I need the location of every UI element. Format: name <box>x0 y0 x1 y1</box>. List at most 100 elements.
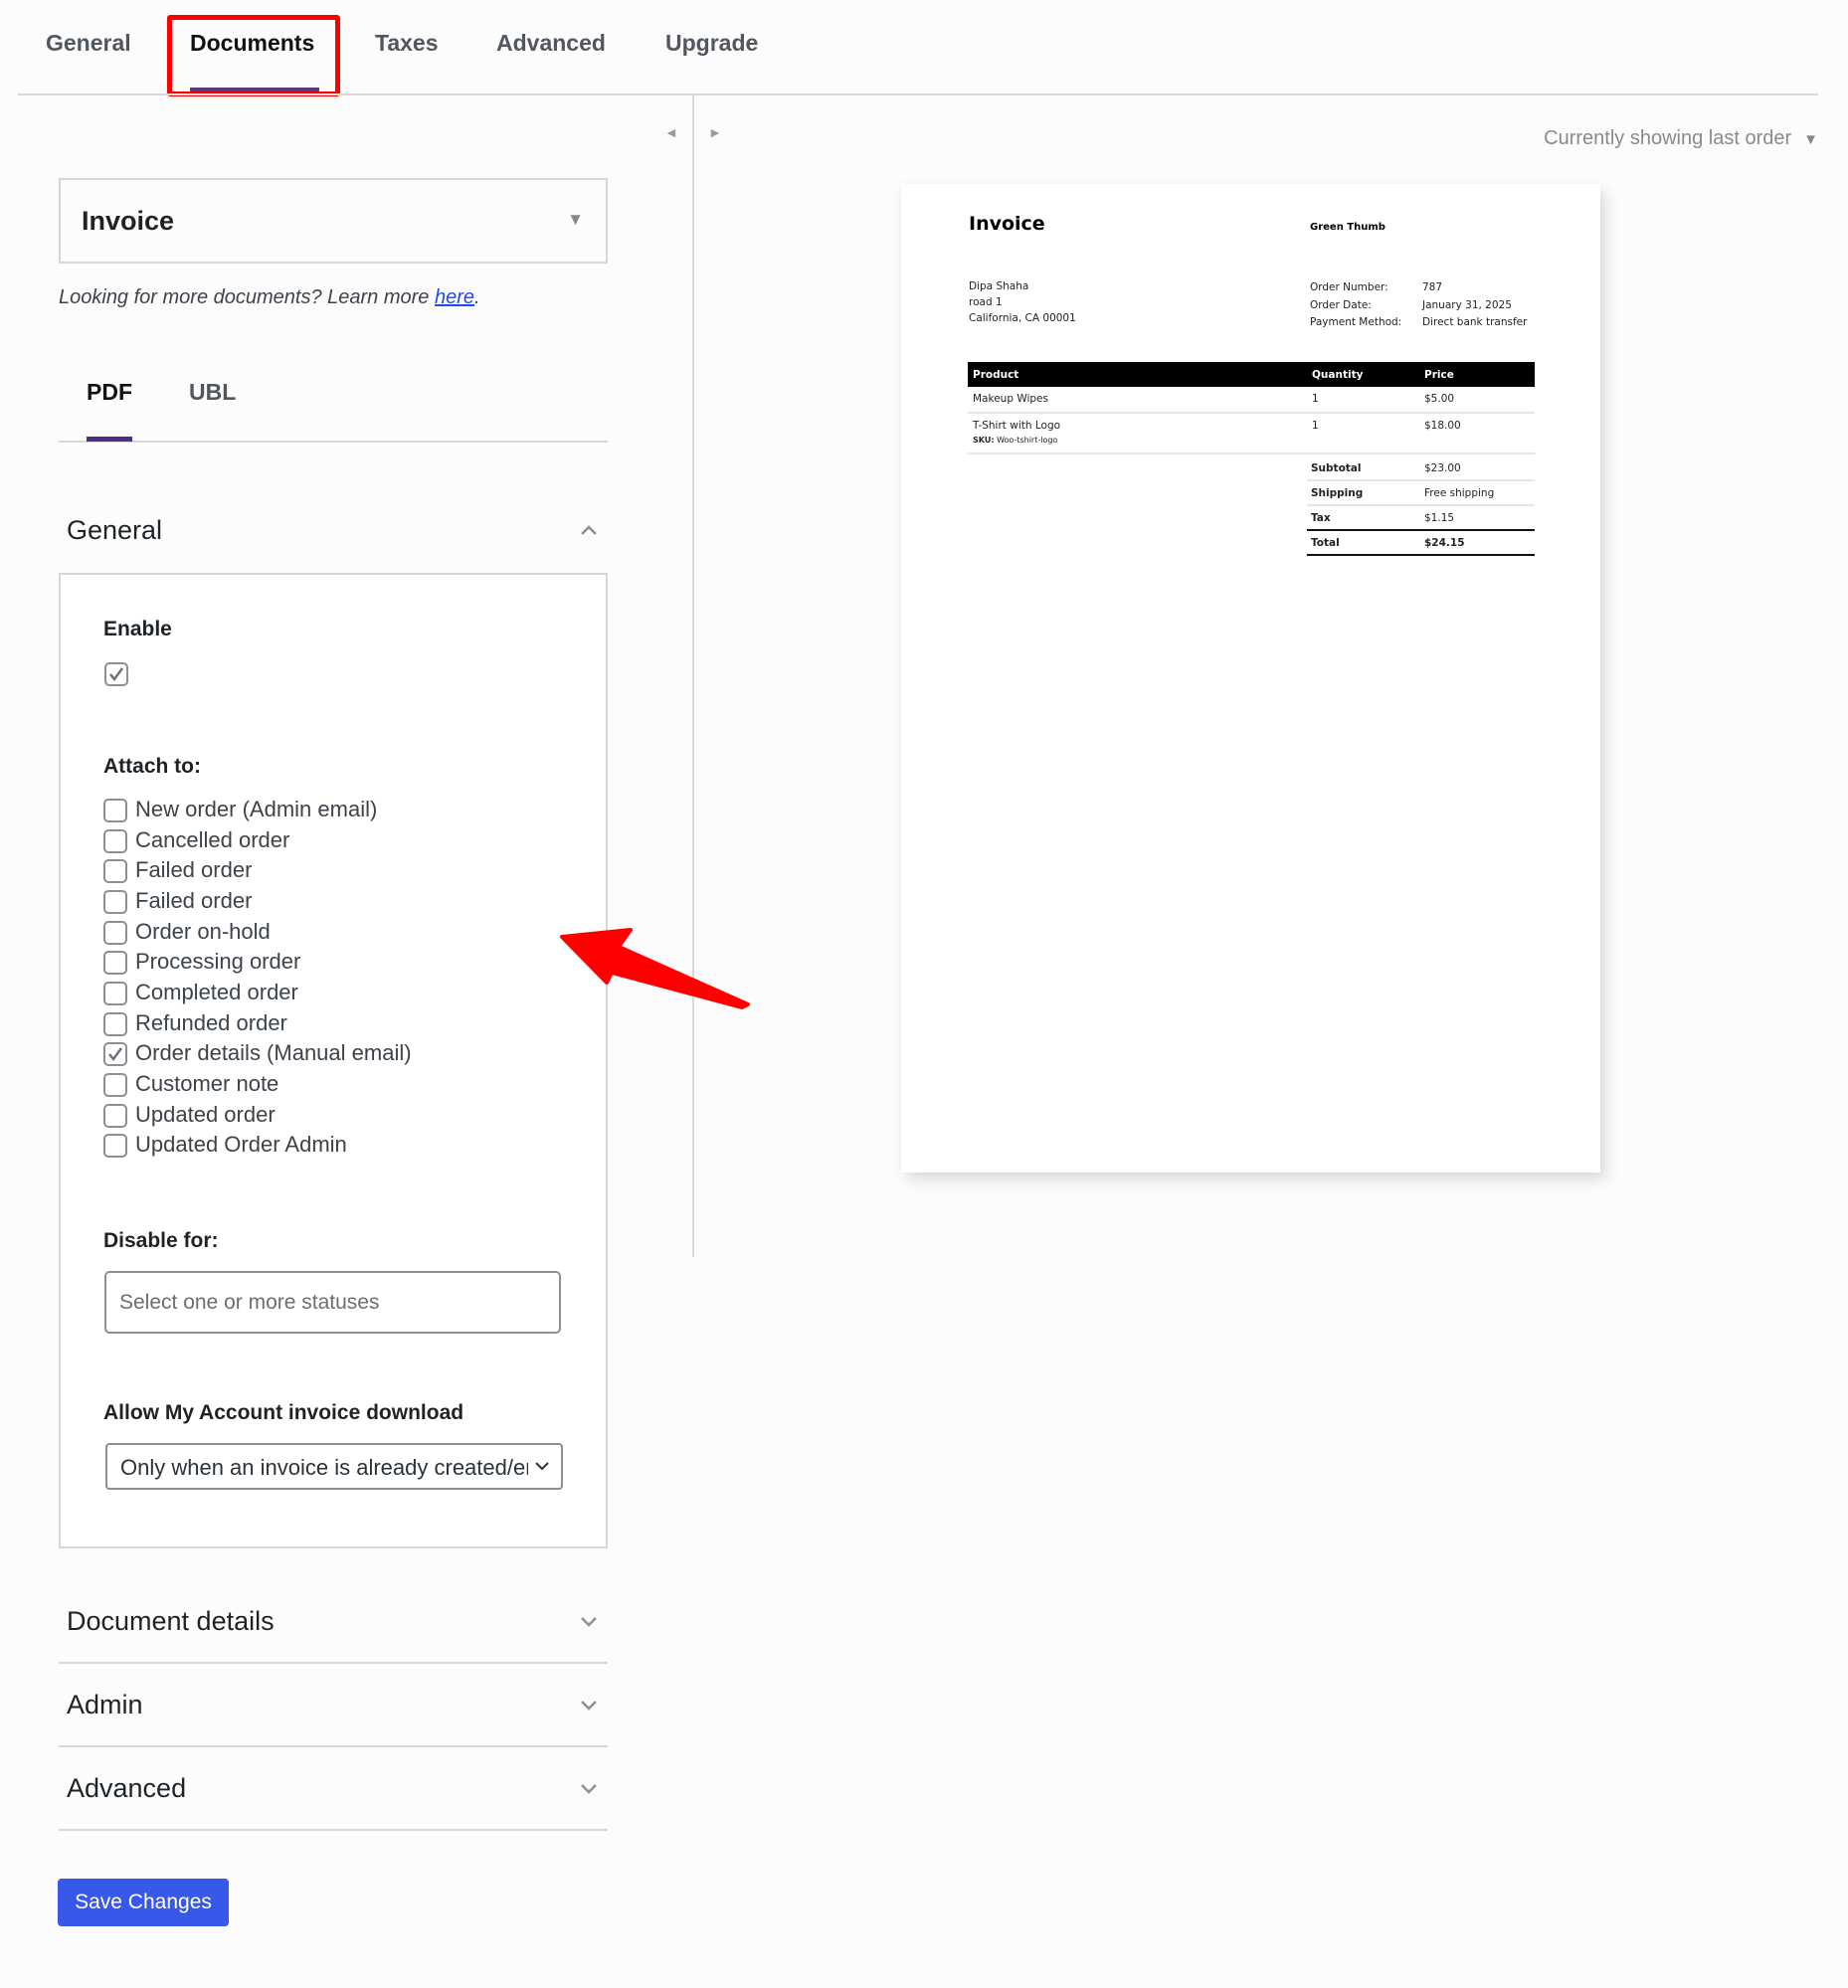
tab-ubl[interactable]: UBL <box>189 379 236 406</box>
tab-general[interactable]: General <box>46 30 131 57</box>
items-table-header: Product Quantity Price <box>968 362 1535 387</box>
attach-checkbox[interactable] <box>103 890 127 914</box>
attach-checkbox[interactable] <box>103 951 127 975</box>
chevron-down-icon <box>581 1617 597 1627</box>
accordion-advanced-title: Advanced <box>67 1773 187 1803</box>
sku-value: Woo-tshirt-logo <box>997 436 1058 445</box>
order-number-row: Order Number: 787 <box>1310 279 1527 297</box>
my-account-download-select[interactable]: Only when an invoice is already created/… <box>105 1443 563 1490</box>
my-account-download-label: Allow My Account invoice download <box>103 1401 464 1424</box>
checkmark-icon <box>108 1047 122 1061</box>
enable-label: Enable <box>103 618 172 640</box>
total-key: Tax <box>1311 512 1331 524</box>
accordion-admin-title: Admin <box>67 1690 143 1719</box>
attach-option-label: Failed order <box>135 888 253 913</box>
table-row: Makeup Wipes 1 $5.00 <box>968 387 1535 414</box>
collapse-left-icon[interactable]: ◄ <box>664 124 678 140</box>
attach-option-label: Order details (Manual email) <box>135 1040 412 1065</box>
total-key: Total <box>1311 537 1340 549</box>
caret-down-icon: ▼ <box>567 210 584 229</box>
tab-pdf[interactable]: PDF <box>87 379 132 406</box>
tab-upgrade[interactable]: Upgrade <box>665 30 758 57</box>
attach-option-label: Completed order <box>135 980 298 1004</box>
attach-option-label: Order on-hold <box>135 919 271 944</box>
enable-checkbox[interactable] <box>104 662 128 686</box>
more-documents-text: Looking for more documents? Learn more <box>59 286 435 308</box>
accordion-document-details-title: Document details <box>67 1606 275 1636</box>
item-product: T-Shirt with Logo <box>973 420 1061 432</box>
preview-order-selector[interactable]: Currently showing last order ▼ <box>1544 127 1818 150</box>
total-value: Free shipping <box>1424 487 1495 499</box>
more-documents-note: Looking for more documents? Learn more h… <box>59 286 480 309</box>
item-quantity: 1 <box>1312 420 1319 432</box>
expand-right-icon[interactable]: ► <box>708 124 722 140</box>
accordion-admin[interactable]: Admin <box>59 1690 608 1749</box>
accordion-general[interactable]: General <box>59 515 608 575</box>
shop-name: Green Thumb <box>1310 222 1386 233</box>
attach-checkbox[interactable] <box>103 982 127 1005</box>
attach-option-label: Processing order <box>135 949 301 974</box>
disable-for-status-input[interactable]: Select one or more statuses <box>104 1271 561 1334</box>
attach-option-label: Customer note <box>135 1071 279 1096</box>
attach-checkbox[interactable] <box>103 1012 127 1036</box>
accordion-document-details[interactable]: Document details <box>59 1606 608 1666</box>
attach-checkbox[interactable] <box>103 1104 127 1128</box>
chevron-down-icon <box>535 1462 549 1471</box>
meta-value: 787 <box>1422 281 1443 293</box>
total-key: Subtotal <box>1311 462 1362 474</box>
more-documents-suffix: . <box>474 286 480 308</box>
meta-key: Order Date: <box>1310 298 1372 311</box>
panel-divider <box>692 95 694 1257</box>
total-row: Total $24.15 <box>1307 531 1535 556</box>
preview-order-label: Currently showing last order <box>1544 127 1792 149</box>
column-header: Price <box>1424 369 1454 381</box>
document-type-value: Invoice <box>82 206 175 236</box>
save-changes-button[interactable]: Save Changes <box>58 1879 229 1926</box>
total-value: $24.15 <box>1424 537 1465 549</box>
tab-advanced[interactable]: Advanced <box>496 30 606 57</box>
order-date-row: Order Date: January 31, 2025 <box>1310 297 1527 315</box>
attach-checkbox[interactable] <box>103 829 127 853</box>
chevron-up-icon <box>581 525 597 535</box>
accordion-divider <box>59 1745 608 1747</box>
chevron-down-icon <box>581 1784 597 1794</box>
attach-option-label: Updated Order Admin <box>135 1132 347 1157</box>
tab-taxes[interactable]: Taxes <box>375 30 439 57</box>
attach-option-label: Failed order <box>135 857 253 882</box>
address-line: road 1 <box>969 296 1003 308</box>
document-type-select[interactable]: Invoice ▼ <box>59 178 608 264</box>
disable-for-placeholder: Select one or more statuses <box>119 1291 380 1314</box>
total-value: $23.00 <box>1424 462 1461 474</box>
total-row: Subtotal $23.00 <box>1307 456 1535 481</box>
attach-checkbox[interactable] <box>103 1134 127 1158</box>
active-format-indicator <box>87 437 132 442</box>
total-row: Tax $1.15 <box>1307 506 1535 531</box>
highlight-box <box>167 15 340 96</box>
total-row: Shipping Free shipping <box>1307 481 1535 506</box>
attach-checkbox[interactable] <box>103 1042 127 1066</box>
attach-option-label: Refunded order <box>135 1010 287 1035</box>
learn-more-link[interactable]: here <box>435 286 474 308</box>
column-header: Product <box>973 369 1019 381</box>
attach-checkbox[interactable] <box>103 921 127 945</box>
item-product: Makeup Wipes <box>973 393 1048 405</box>
item-quantity: 1 <box>1312 393 1319 405</box>
table-row: T-Shirt with Logo SKU: Woo-tshirt-logo 1… <box>968 414 1535 454</box>
address-line: California, CA 00001 <box>969 312 1076 324</box>
accordion-advanced[interactable]: Advanced <box>59 1773 608 1833</box>
total-value: $1.15 <box>1424 512 1455 524</box>
attach-checkbox[interactable] <box>103 799 127 822</box>
attach-checkbox[interactable] <box>103 1073 127 1097</box>
billing-address: Dipa Shaha road 1 California, CA 00001 <box>969 278 1076 326</box>
meta-key: Payment Method: <box>1310 316 1402 328</box>
meta-key: Order Number: <box>1310 281 1388 293</box>
invoice-title: Invoice <box>969 213 1045 235</box>
column-header: Quantity <box>1312 369 1364 381</box>
order-meta: Order Number: 787 Order Date: January 31, … <box>1310 279 1527 332</box>
attach-to-label: Attach to: <box>103 755 201 778</box>
attach-option-label: Cancelled order <box>135 827 290 852</box>
attach-checkbox[interactable] <box>103 859 127 883</box>
meta-value: January 31, 2025 <box>1422 298 1512 311</box>
format-tabs-divider <box>59 441 608 443</box>
address-line: Dipa Shaha <box>969 280 1029 292</box>
